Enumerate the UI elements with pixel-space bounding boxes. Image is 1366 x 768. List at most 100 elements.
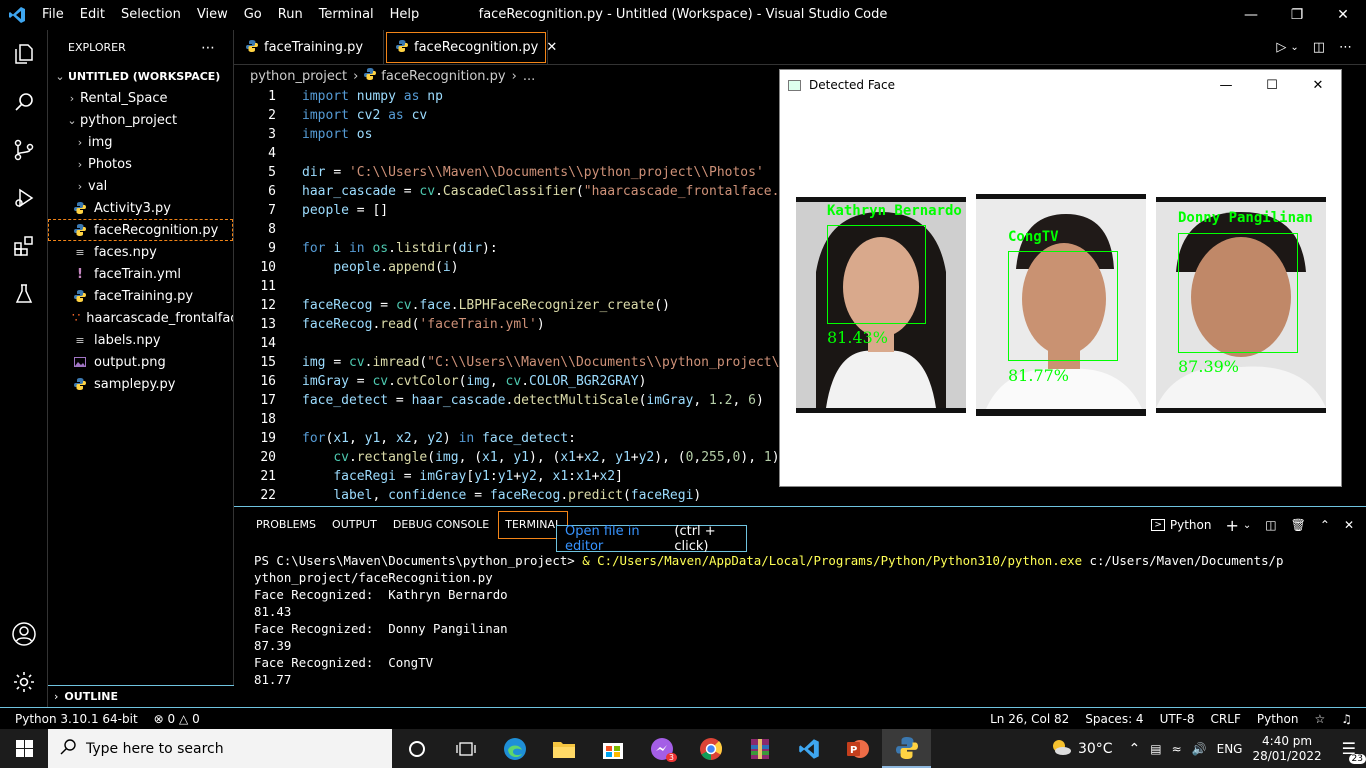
menu-edit[interactable]: Edit xyxy=(72,0,113,30)
tree-item-face-recognition[interactable]: faceRecognition.py xyxy=(48,219,233,241)
messenger-icon[interactable]: 3 xyxy=(637,729,686,768)
new-terminal-icon[interactable]: + xyxy=(1226,516,1239,535)
tree-item-photos[interactable]: › Photos xyxy=(48,153,233,175)
outline-section[interactable]: › OUTLINE xyxy=(48,685,234,707)
menu-file[interactable]: File xyxy=(34,0,72,30)
chevron-down-icon[interactable]: ⌄ xyxy=(1290,42,1298,53)
tree-item-faces-npy[interactable]: ≡ faces.npy xyxy=(48,241,233,263)
terminal-output[interactable]: PS C:\Users\Maven\Documents\python_proje… xyxy=(254,552,1283,688)
tab-face-training[interactable]: faceTraining.py xyxy=(234,30,384,65)
windows-start-icon[interactable] xyxy=(0,729,48,768)
source-control-icon[interactable] xyxy=(0,126,48,174)
tree-item-img[interactable]: › img xyxy=(48,131,233,153)
menu-go[interactable]: Go xyxy=(236,0,270,30)
tab-output[interactable]: OUTPUT xyxy=(324,510,385,540)
taskbar-search[interactable]: Type here to search xyxy=(48,729,392,768)
run-file-icon[interactable]: ▷ xyxy=(1276,40,1286,55)
network-icon[interactable]: ▤ xyxy=(1150,742,1161,756)
weather-widget[interactable]: 30°C xyxy=(1050,738,1113,760)
microsoft-store-icon[interactable] xyxy=(588,729,637,768)
cursor-position[interactable]: Ln 26, Col 82 xyxy=(990,712,1069,726)
manage-gear-icon[interactable] xyxy=(0,658,48,706)
explorer-icon[interactable] xyxy=(0,30,48,78)
extensions-icon[interactable] xyxy=(0,222,48,270)
maximize-panel-icon[interactable]: ⌃ xyxy=(1320,518,1330,532)
encoding[interactable]: UTF-8 xyxy=(1160,712,1195,726)
menu-run[interactable]: Run xyxy=(270,0,311,30)
close-icon[interactable]: ✕ xyxy=(1295,70,1341,100)
maximize-icon[interactable]: ☐ xyxy=(1249,70,1295,100)
wifi-icon[interactable]: ≈ xyxy=(1172,742,1182,756)
winrar-icon[interactable] xyxy=(735,729,784,768)
clock[interactable]: 4:40 pm 28/01/2022 xyxy=(1252,734,1321,764)
language-mode[interactable]: Python xyxy=(1257,712,1299,726)
tree-item-haarcascade[interactable]: ∵ haarcascade_frontalfac... xyxy=(48,307,233,329)
powerpoint-icon[interactable]: P xyxy=(833,729,882,768)
tab-close-icon[interactable]: ✕ xyxy=(546,40,557,55)
line-number: 9 xyxy=(268,241,276,256)
code-line: imGray = cv.cvtColor(img, cv.COLOR_BGR2G… xyxy=(302,374,647,389)
python-window-icon[interactable] xyxy=(882,729,931,768)
indentation[interactable]: Spaces: 4 xyxy=(1085,712,1143,726)
menu-view[interactable]: View xyxy=(189,0,236,30)
bell-icon[interactable]: ♫ xyxy=(1341,712,1352,726)
volume-icon[interactable]: 🔊 xyxy=(1192,742,1207,756)
trash-icon[interactable]: 🗑 xyxy=(1291,518,1306,532)
tree-item-labels-npy[interactable]: ≡ labels.npy xyxy=(48,329,233,351)
line-number: 2 xyxy=(268,108,276,123)
tab-debug-console[interactable]: DEBUG CONSOLE xyxy=(385,510,497,540)
terminal-exe-link[interactable]: C:/Users/Maven/AppData/Local/Programs/Py… xyxy=(597,553,1082,568)
face-label-congtv: CongTV xyxy=(1008,229,1059,245)
tree-item-activity3[interactable]: Activity3.py xyxy=(48,197,233,219)
restore-icon[interactable]: ❐ xyxy=(1274,0,1320,30)
input-language[interactable]: ENG xyxy=(1217,742,1243,756)
tab-problems[interactable]: PROBLEMS xyxy=(248,510,324,540)
breadcrumb-folder[interactable]: python_project xyxy=(250,69,347,84)
split-editor-icon[interactable]: ◫ xyxy=(1313,40,1325,55)
feedback-icon[interactable]: ☆ xyxy=(1314,712,1325,726)
chrome-icon[interactable] xyxy=(686,729,735,768)
tree-item-rental-space[interactable]: › Rental_Space xyxy=(48,87,233,109)
menu-selection[interactable]: Selection xyxy=(113,0,189,30)
terminal-shell-selector[interactable]: > Python xyxy=(1151,518,1212,532)
tree-item-samplepy[interactable]: samplepy.py xyxy=(48,373,233,395)
workspace-root[interactable]: ⌄ UNTITLED (WORKSPACE) xyxy=(48,65,233,87)
chevron-down-icon[interactable]: ⌄ xyxy=(1243,520,1251,531)
file-explorer-icon[interactable] xyxy=(539,729,588,768)
vscode-taskbar-icon[interactable] xyxy=(784,729,833,768)
search-icon[interactable] xyxy=(0,78,48,126)
tree-item-val[interactable]: › val xyxy=(48,175,233,197)
close-panel-icon[interactable]: ✕ xyxy=(1344,518,1354,532)
task-view-icon[interactable] xyxy=(441,729,490,768)
vscode-logo-icon[interactable] xyxy=(0,0,34,30)
cortana-icon[interactable] xyxy=(392,729,441,768)
more-actions-icon[interactable]: ⋯ xyxy=(201,40,215,56)
account-icon[interactable] xyxy=(0,610,48,658)
open-in-editor-link[interactable]: Open file in editor xyxy=(565,524,670,554)
menu-terminal[interactable]: Terminal xyxy=(311,0,382,30)
tree-item-face-training[interactable]: faceTraining.py xyxy=(48,285,233,307)
split-terminal-icon[interactable]: ◫ xyxy=(1265,518,1276,532)
chevron-up-icon[interactable]: ⌃ xyxy=(1129,741,1141,757)
problems-indicator[interactable]: ⊗ 0 △ 0 xyxy=(154,712,200,726)
minimize-icon[interactable]: — xyxy=(1228,0,1274,30)
notifications-icon[interactable]: ☰ 23 xyxy=(1342,739,1366,764)
line-ending[interactable]: CRLF xyxy=(1211,712,1241,726)
line-number: 17 xyxy=(260,393,276,408)
breadcrumb-more[interactable]: ... xyxy=(523,69,535,84)
interpreter-selector[interactable]: Python 3.10.1 64-bit xyxy=(15,712,138,726)
edge-icon[interactable] xyxy=(490,729,539,768)
code-line: for i in os.listdir(dir): xyxy=(302,241,498,256)
tab-face-recognition[interactable]: faceRecognition.py ✕ xyxy=(384,30,557,65)
tree-item-facetrain-yml[interactable]: ! faceTrain.yml xyxy=(48,263,233,285)
menu-help[interactable]: Help xyxy=(382,0,428,30)
minimize-icon[interactable]: — xyxy=(1203,70,1249,100)
tree-item-python-project[interactable]: ⌄ python_project xyxy=(48,109,233,131)
run-debug-icon[interactable] xyxy=(0,174,48,222)
tree-item-output-png[interactable]: output.png xyxy=(48,351,233,373)
outline-label: OUTLINE xyxy=(64,690,119,703)
close-icon[interactable]: ✕ xyxy=(1320,0,1366,30)
more-actions-icon[interactable]: ⋯ xyxy=(1339,40,1352,55)
testing-flask-icon[interactable] xyxy=(0,270,48,318)
breadcrumb-file[interactable]: faceRecognition.py xyxy=(381,69,505,84)
